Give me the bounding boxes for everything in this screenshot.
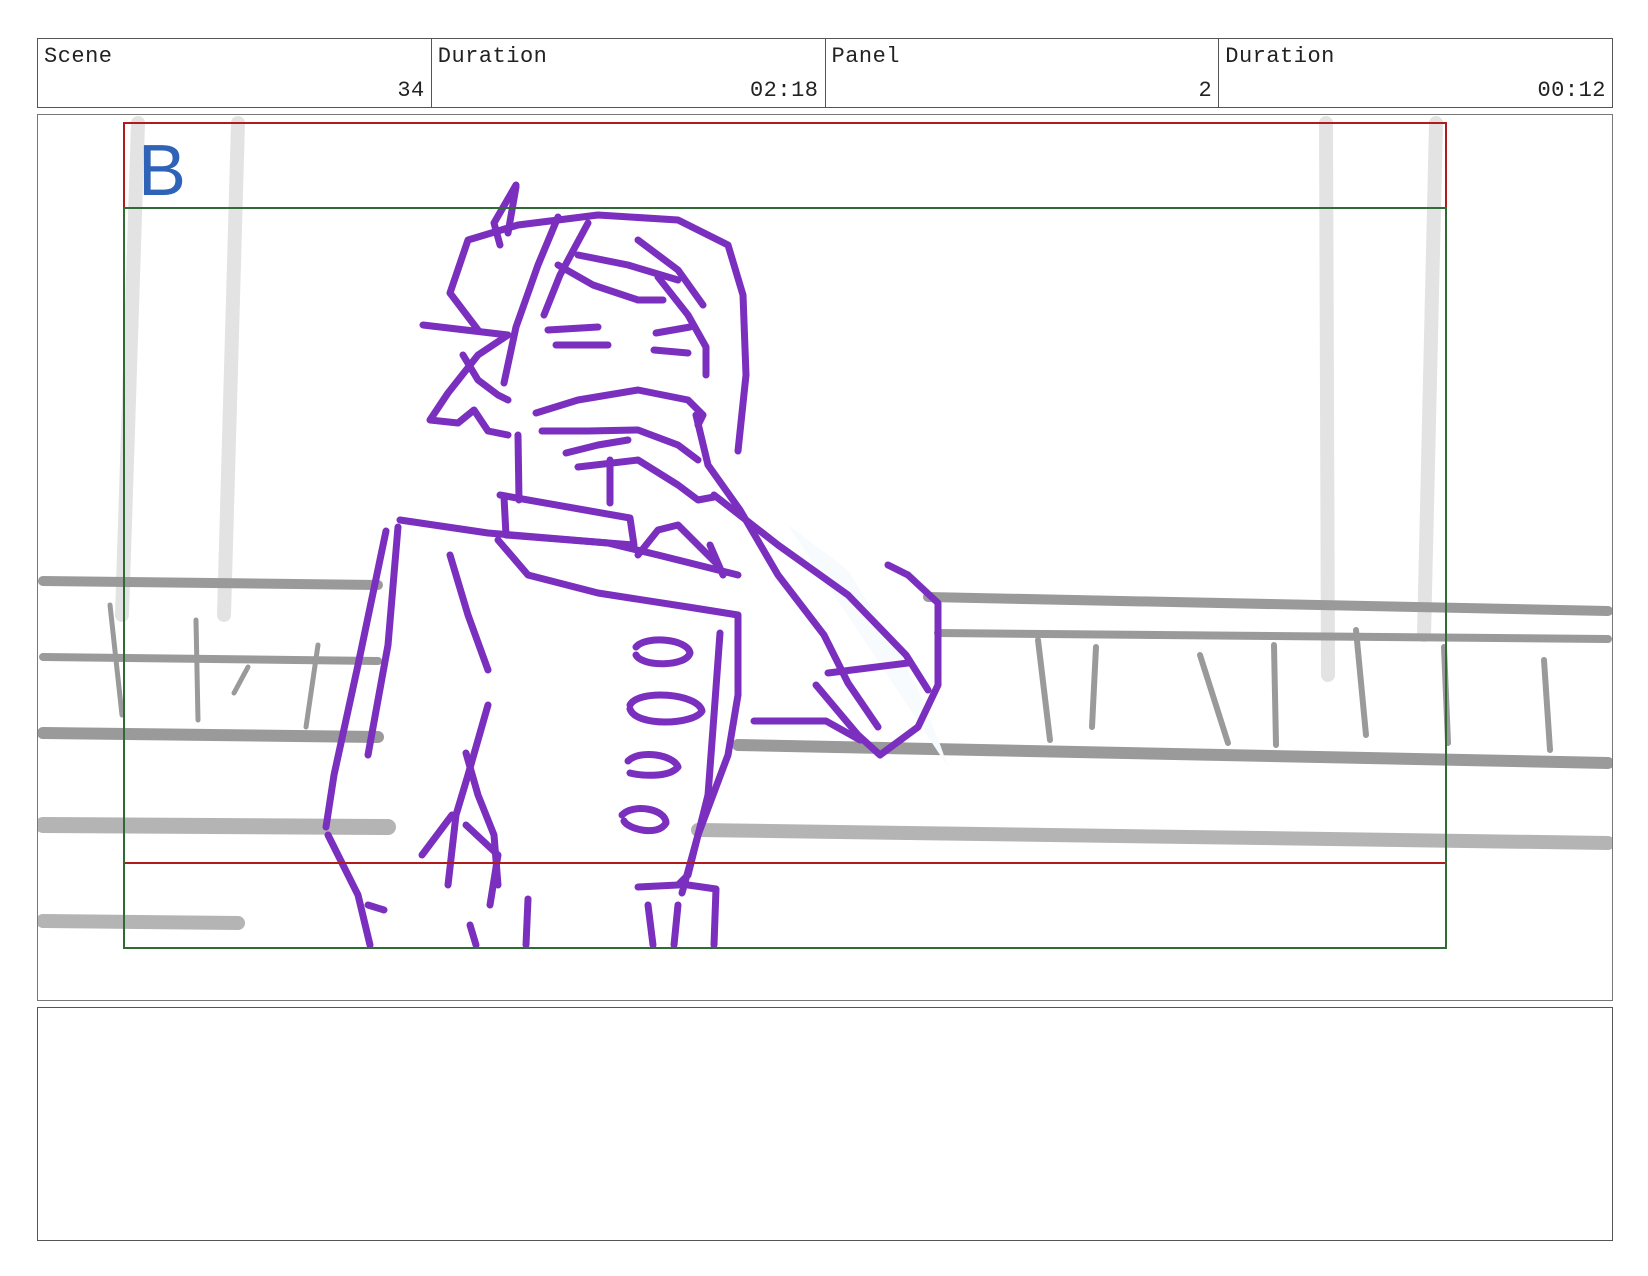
panel-duration-value[interactable]: 00:12 — [1537, 78, 1606, 103]
panel-info-header: Scene 34 Duration 02:18 Panel 2 Duration… — [37, 38, 1613, 108]
panel-number[interactable]: 2 — [1199, 78, 1213, 103]
scene-label: Scene — [44, 44, 113, 69]
panel-notes-box[interactable] — [37, 1007, 1613, 1241]
scene-cell: Scene 34 — [38, 39, 432, 107]
panel-duration-label: Duration — [1225, 44, 1335, 69]
panel-duration-cell: Duration 00:12 — [1219, 39, 1612, 107]
storyboard-panel-canvas[interactable]: B — [37, 114, 1613, 1001]
scene-duration-value[interactable]: 02:18 — [750, 78, 819, 103]
scene-duration-label: Duration — [437, 44, 548, 69]
panel-cell: Panel 2 — [826, 39, 1220, 107]
scene-number[interactable]: 34 — [397, 78, 424, 103]
layer-letter: B — [138, 131, 187, 211]
panel-drawing — [38, 116, 1612, 949]
background-pillars — [115, 116, 1443, 682]
panel-label: Panel — [831, 44, 901, 69]
scene-duration-cell: Duration 02:18 — [432, 39, 826, 107]
